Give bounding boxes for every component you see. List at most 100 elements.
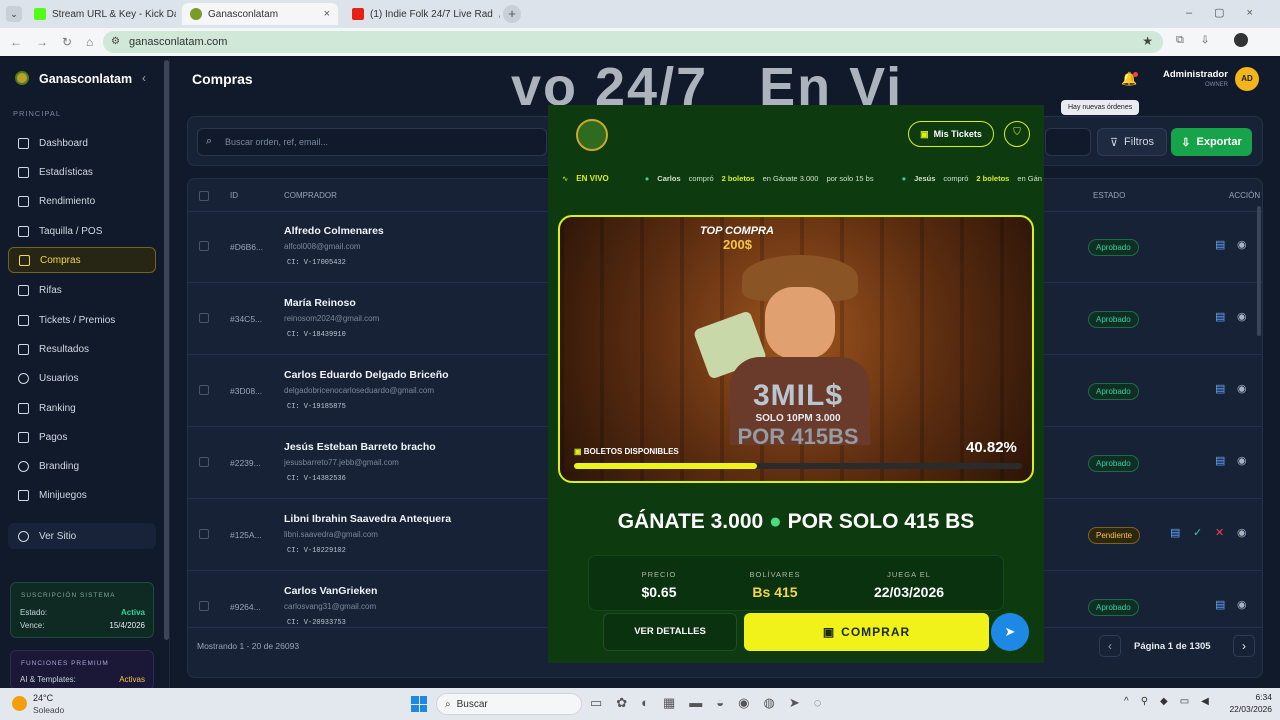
document-icon[interactable]: ▤ [1215, 382, 1225, 395]
eye-icon[interactable]: ◉ [1237, 454, 1247, 467]
sidebar-item-pagos[interactable]: Pagos [8, 424, 156, 450]
browser-tabbar: ⌄ Stream URL & Key - Kick Dashb× Ganasco… [0, 0, 1280, 28]
search-input-end[interactable] [1045, 128, 1091, 156]
filters-button[interactable]: ⊽ Filtros [1097, 128, 1167, 156]
sidebar-item-label: Rendimiento [39, 195, 96, 207]
sidebar-item-usuarios[interactable]: Usuarios [8, 365, 156, 391]
eye-icon[interactable]: ◉ [1237, 238, 1247, 251]
sidebar-scrollbar[interactable] [164, 60, 169, 640]
collapse-chevron-icon[interactable]: ‹ [142, 71, 146, 85]
browser-extension-icons[interactable]: ⧉⇩ [1176, 34, 1226, 47]
ticket-icon: ▣ [822, 625, 836, 639]
status-badge: Aprobado [1088, 239, 1139, 256]
filters-label: Filtros [1124, 136, 1154, 148]
eye-icon[interactable]: ◉ [1237, 598, 1247, 611]
cart-icon [19, 254, 30, 266]
sidebar-item-taquilla[interactable]: Taquilla / POS [8, 218, 156, 244]
ai-value: Activas [119, 675, 145, 684]
telegram-icon[interactable]: ➤ [991, 613, 1029, 651]
sidebar-item-ranking[interactable]: Ranking [8, 395, 156, 421]
sidebar-item-label: Tickets / Premios [39, 314, 116, 326]
reject-x-icon[interactable]: ✕ [1215, 526, 1224, 539]
row-checkbox[interactable] [199, 601, 209, 611]
document-icon[interactable]: ▤ [1215, 454, 1225, 467]
export-button[interactable]: ⇩ Exportar [1171, 128, 1252, 156]
live-ticker: ∿ EN VIVO ● Carlos compró 2 boletos en G… [548, 163, 1044, 193]
brand-logo-icon [15, 71, 29, 85]
document-icon[interactable]: ▤ [1170, 526, 1180, 539]
tab-ganasconlatam[interactable]: Ganasconlatam × [182, 3, 338, 25]
approve-check-icon[interactable]: ✓ [1193, 526, 1202, 539]
taskbar-app-icons[interactable]: ▭✿◐▦▬◒◉◍➤◌ [590, 695, 835, 711]
sidebar-item-branding[interactable]: Branding [8, 453, 156, 479]
document-icon[interactable]: ▤ [1215, 310, 1225, 323]
user-name: Administrador [1163, 69, 1228, 80]
windows-start-icon[interactable] [411, 696, 427, 712]
close-icon[interactable]: × [324, 8, 330, 20]
available-percent: 40.82% [966, 439, 1017, 456]
sidebar-item-label: Taquilla / POS [39, 225, 103, 237]
ver-sitio-label: Ver Sitio [39, 530, 77, 542]
status-badge: Aprobado [1088, 383, 1139, 400]
row-checkbox[interactable] [199, 529, 209, 539]
raffle-banner[interactable]: TOP COMPRA 200$ 3MIL$ SOLO 10PM 3.000 PO… [558, 215, 1034, 483]
eye-icon[interactable]: ◉ [1237, 382, 1247, 395]
tab-kick[interactable]: Stream URL & Key - Kick Dashb× [26, 3, 176, 25]
document-icon[interactable]: ▤ [1215, 598, 1225, 611]
order-id: #125A... [230, 530, 262, 540]
buyer-email: delgadobricenocarloseduardo@gmail.com [284, 386, 434, 395]
prev-page-button[interactable]: ‹ [1099, 635, 1121, 657]
vence-value: 15/4/2026 [109, 621, 145, 630]
vence-label: Vence: [20, 621, 45, 630]
search-input[interactable]: ⌕ Buscar orden, ref, email... [197, 128, 547, 156]
sidebar-item-compras[interactable]: Compras [8, 247, 156, 273]
table-scrollbar[interactable] [1257, 206, 1261, 336]
stat-value: $0.65 [641, 584, 677, 600]
sidebar-item-rendimiento[interactable]: Rendimiento [8, 188, 156, 214]
document-icon[interactable]: ▤ [1215, 238, 1225, 251]
eye-icon[interactable]: ◉ [1237, 526, 1247, 539]
buy-button[interactable]: ▣ COMPRAR [744, 613, 989, 651]
nav-buttons[interactable]: ←→↻⌂ [10, 35, 107, 49]
address-bar[interactable]: ⚙ ganasconlatam.com ★ [103, 31, 1163, 53]
sidebar-item-resultados[interactable]: Resultados [8, 336, 156, 362]
window-controls[interactable]: –▢× [1186, 6, 1275, 19]
avatar[interactable]: AD [1235, 67, 1259, 91]
system-tray-icons[interactable]: ^⚲◆▭◀ [1124, 696, 1221, 707]
site-info-icon[interactable]: ⚙ [111, 36, 120, 47]
gamepad-icon [18, 489, 29, 501]
weather-sun-icon[interactable] [12, 696, 27, 711]
dot-icon: ● [901, 173, 907, 183]
tab-search-icon[interactable]: ⌄ [6, 6, 22, 22]
tab-youtube[interactable]: (1) Indie Folk 24/7 Live Rad🔊× [344, 3, 500, 25]
profile-icon[interactable] [1234, 33, 1248, 47]
row-checkbox[interactable] [199, 385, 209, 395]
col-id: ID [230, 191, 238, 200]
select-all-checkbox[interactable] [199, 191, 209, 201]
new-tab-button[interactable]: + [503, 5, 521, 23]
sidebar-item-minijuegos[interactable]: Minijuegos [8, 482, 156, 508]
my-tickets-button[interactable]: ▣ Mis Tickets [908, 121, 994, 147]
sidebar-item-dashboard[interactable]: Dashboard [8, 130, 156, 156]
buyer-ci: CI: V-19185875 [287, 403, 346, 411]
next-page-button[interactable]: › [1233, 635, 1255, 657]
ver-sitio-button[interactable]: Ver Sitio [8, 523, 156, 549]
sidebar-item-estadisticas[interactable]: Estadísticas [8, 159, 156, 185]
taskbar-search-label: Buscar [456, 698, 488, 710]
sidebar-item-label: Pagos [39, 431, 68, 443]
sidebar-item-rifas[interactable]: Rifas [8, 277, 156, 303]
audio-icon[interactable]: 🔊 [499, 9, 500, 20]
user-role: OWNER [1205, 82, 1228, 88]
bookmark-star-icon[interactable]: ★ [1142, 34, 1153, 48]
shield-icon[interactable]: ⛉ [1004, 121, 1030, 147]
row-checkbox[interactable] [199, 241, 209, 251]
row-checkbox[interactable] [199, 313, 209, 323]
page-indicator: Página 1 de 1305 [1134, 641, 1211, 652]
row-checkbox[interactable] [199, 457, 209, 467]
eye-icon[interactable]: ◉ [1237, 310, 1247, 323]
status-badge: Aprobado [1088, 599, 1139, 616]
details-button[interactable]: VER DETALLES [603, 613, 737, 651]
weather-temp: 24°C [33, 693, 54, 703]
sidebar-item-tickets[interactable]: Tickets / Premios [8, 307, 156, 333]
taskbar-search[interactable]: ⌕ Buscar [436, 693, 582, 715]
